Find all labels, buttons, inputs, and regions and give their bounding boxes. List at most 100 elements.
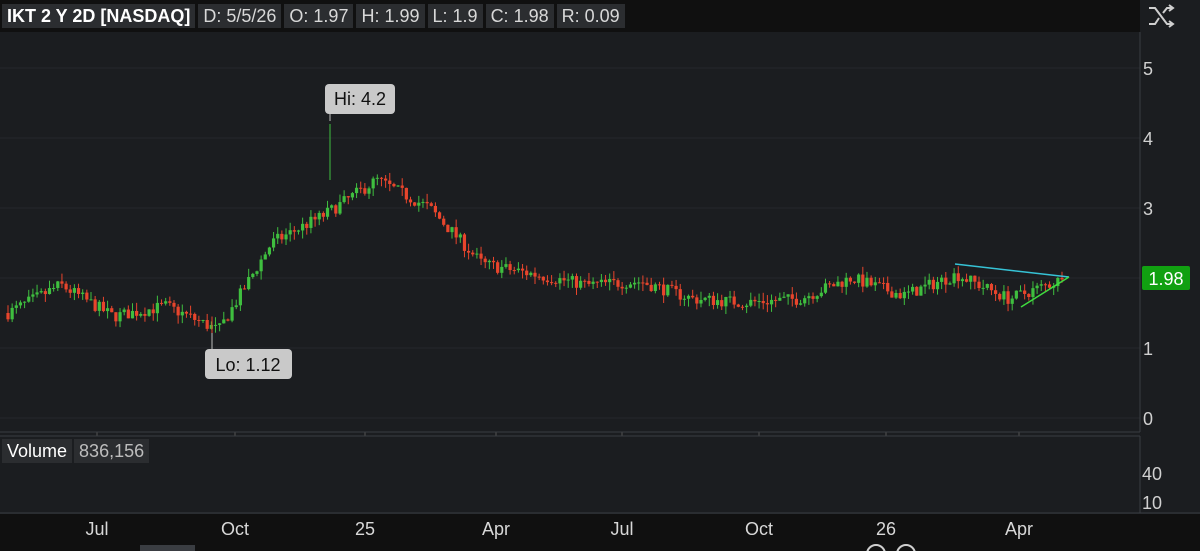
time-tick-label: Apr [482,519,510,539]
scrollbar-thumb[interactable] [140,545,195,551]
candle-body [774,299,778,301]
candle-body [666,284,670,296]
candle-body [940,277,944,282]
candle-body [703,297,707,300]
candle-body [446,224,450,233]
candle-body [948,283,952,285]
candle-body [251,273,255,278]
candle-body [292,230,296,232]
candle-body [566,279,570,281]
candle-body [400,185,404,188]
candle-body [130,310,135,319]
candle-body [931,279,935,290]
candle-body [558,278,562,284]
candle-body [284,234,288,240]
candle-body [363,188,367,194]
candle-body [579,280,583,288]
price-tick-label: 5 [1143,59,1153,79]
candle-body [164,301,168,304]
candle-body [541,276,545,281]
candle-body [81,292,85,294]
volume-tick-10: 10 [1142,493,1162,513]
candle-body [126,309,130,319]
candle-body [508,264,512,271]
last-price-value: 1.98 [1148,269,1183,289]
candle-body [60,281,64,284]
price-chart[interactable]: 543210 Hi: 4.2 Lo: 1.12 1.98 40 10 JulOc… [0,0,1200,551]
candle-body [819,292,823,297]
candle-body [168,301,172,303]
candle-body [330,205,334,208]
candle-body [433,205,438,213]
candle-body [628,284,633,288]
candle-body [118,312,122,322]
candle-body [641,282,645,284]
candle-body [960,279,965,282]
candle-body [317,212,321,220]
candle-body [707,295,711,298]
candle-body [525,270,529,276]
candle-body [151,309,155,314]
candle-body [238,288,242,306]
candle-body [757,300,761,302]
candle-body [964,279,969,282]
candle-body [608,278,612,283]
candle-body [425,201,429,204]
candle-body [699,299,703,304]
candle-body [188,313,193,315]
time-tick-label: Oct [221,519,249,539]
candle-body [122,309,126,313]
candle-body [338,202,342,214]
volume-plot-area[interactable] [0,436,1140,513]
candle-body [807,296,811,299]
candle-body [803,298,807,304]
candle-body [815,296,819,299]
candle-body [620,286,624,289]
price-tick-label: 4 [1143,129,1153,149]
candle-body [761,300,765,304]
candle-body [14,305,18,308]
candle-body [396,185,400,187]
last-price-tag: 1.98 [1142,266,1190,290]
candle-body [64,283,68,290]
candle-body [155,302,159,314]
candle-body [89,299,93,301]
candle-body [562,278,566,281]
candle-body [786,294,790,297]
candle-body [101,301,106,312]
candle-body [271,238,276,248]
candle-body [583,280,587,282]
candle-body [836,281,840,287]
candle-body [52,287,56,289]
candle-body [873,282,877,286]
time-tick-label: 26 [876,519,896,539]
candle-body [1035,285,1039,289]
candle-body [218,323,222,325]
candle-body [392,183,396,187]
candle-body [93,299,97,311]
candle-body [213,324,218,326]
candle-body [657,284,662,286]
candle-body [491,260,496,263]
candle-body [1023,290,1027,294]
candle-body [462,234,467,251]
candle-body [981,287,985,289]
candle-body [512,270,516,272]
candle-body [711,295,716,306]
price-plot-area[interactable] [0,32,1140,432]
candle-body [22,301,27,303]
candle-body [753,299,757,302]
candle-body [226,319,230,321]
candle-body [35,292,39,295]
candle-body [599,279,603,283]
candle-body [911,286,915,292]
candle-body [354,187,359,194]
candle-body [267,247,272,255]
candle-body [977,281,981,289]
candle-body [159,302,164,304]
candle-body [865,277,869,287]
candle-body [176,306,180,316]
candle-body [350,193,355,198]
candle-body [653,284,657,292]
candle-body [263,254,267,260]
